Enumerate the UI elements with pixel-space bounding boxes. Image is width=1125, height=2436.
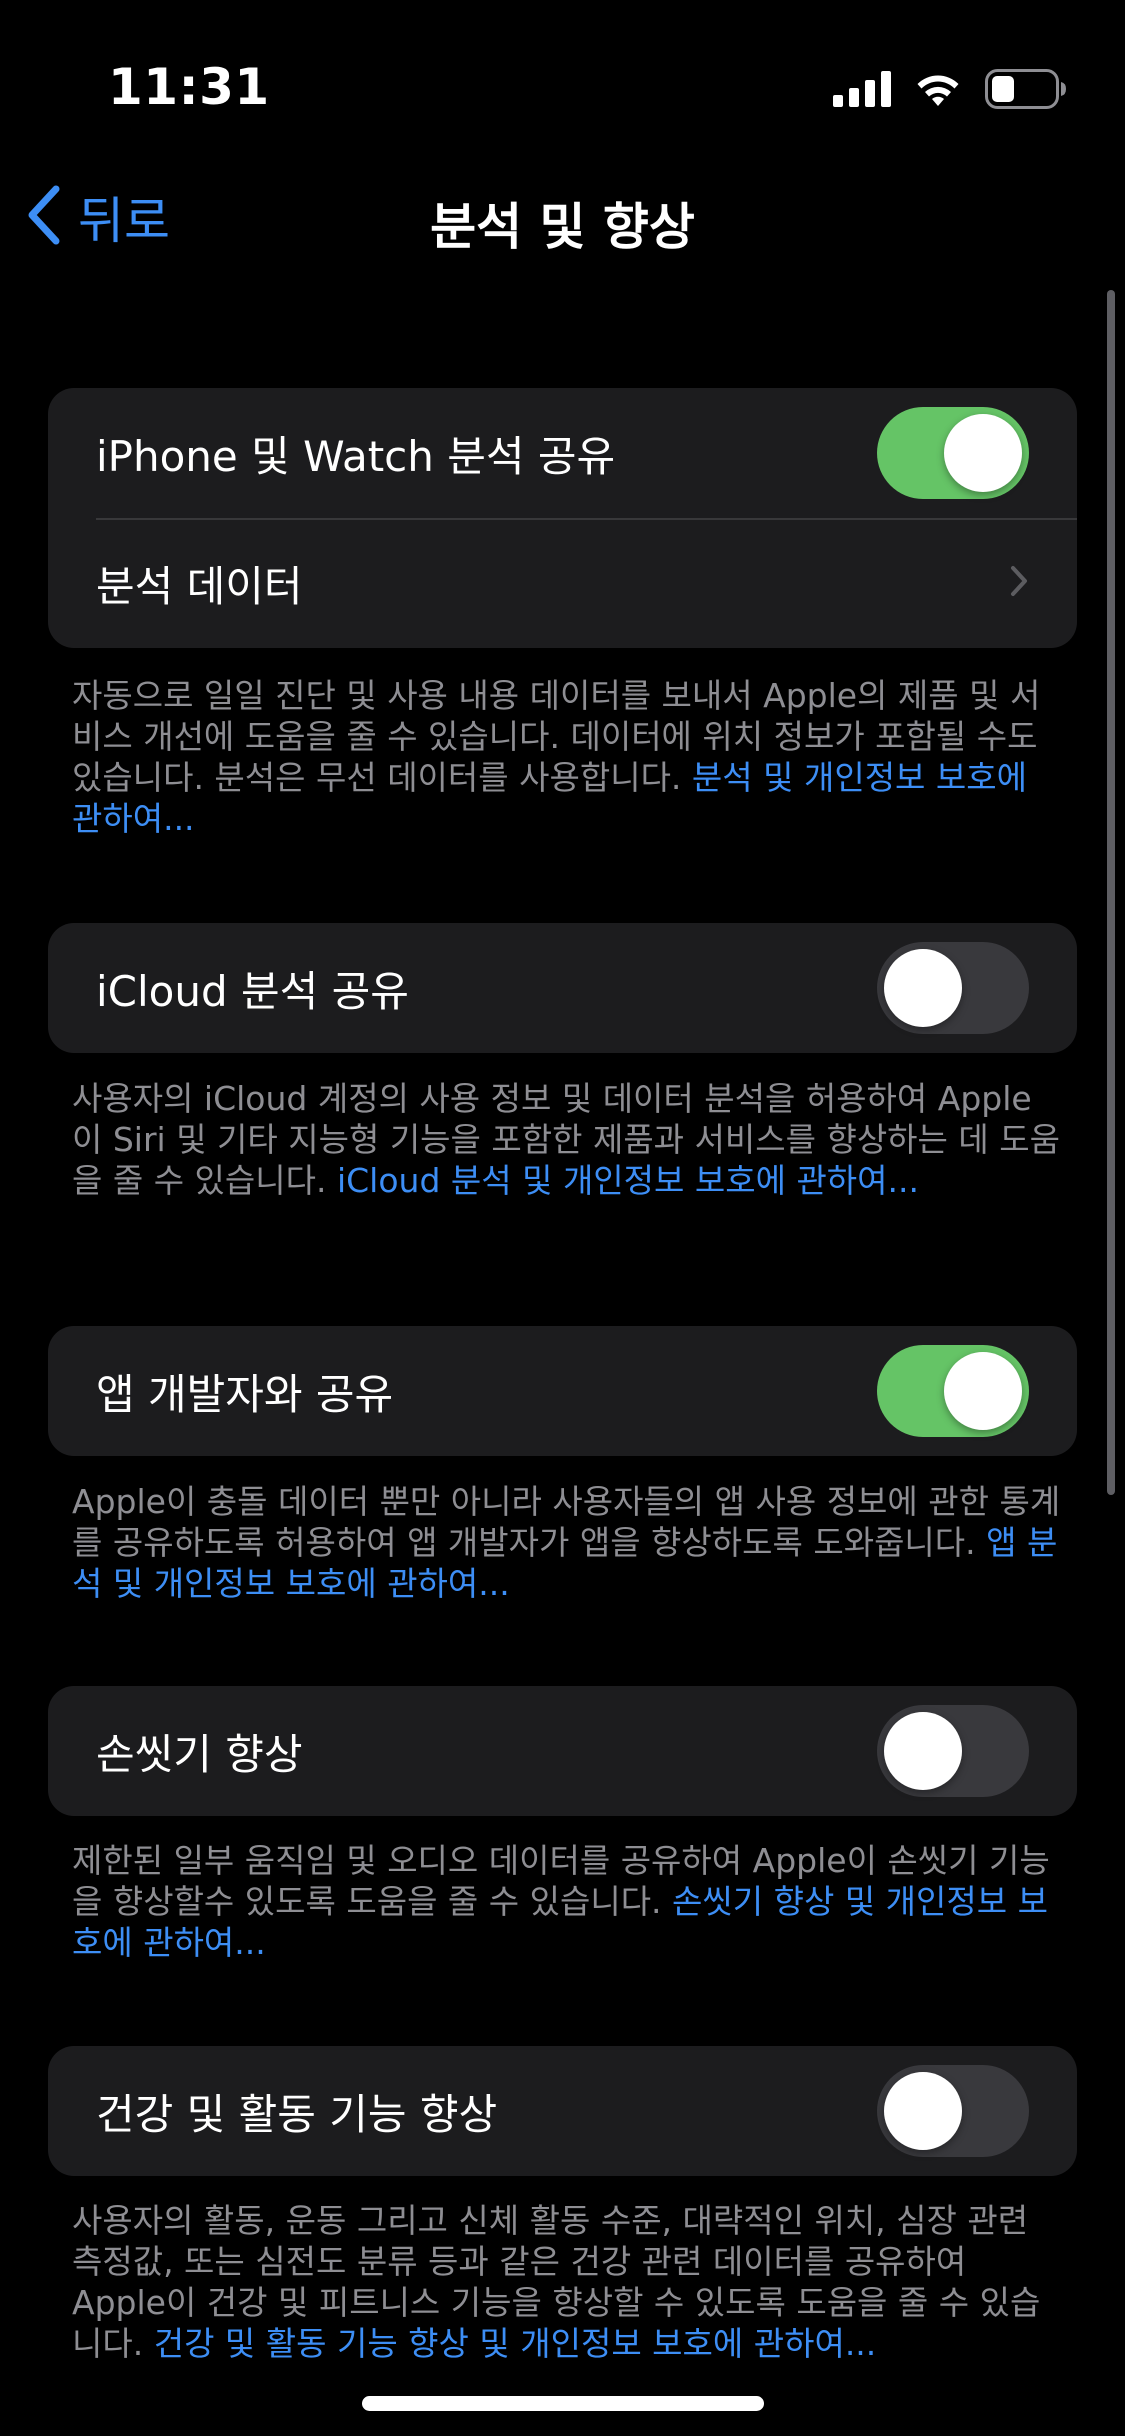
settings-group-handwashing: 손씻기 향상 [48, 1686, 1077, 1816]
navigation-bar: 뒤로 분석 및 향상 [0, 165, 1125, 265]
cellular-signal-icon [833, 71, 891, 107]
link-health-activity-privacy[interactable]: 건강 및 활동 기능 향상 및 개인정보 보호에 관하여... [154, 2324, 877, 2363]
chevron-right-icon [1009, 564, 1029, 602]
row-label: 건강 및 활동 기능 향상 [96, 2089, 498, 2139]
footer-app-developers: Apple이 충돌 데이터 뿐만 아니라 사용자들의 앱 사용 정보에 관한 통… [72, 1481, 1062, 1604]
toggle-knob [884, 949, 962, 1027]
status-icons [833, 64, 1067, 114]
row-label: iPhone 및 Watch 분석 공유 [96, 431, 616, 481]
toggle-knob [884, 1712, 962, 1790]
row-icloud-analytics[interactable]: iCloud 분석 공유 [48, 923, 1077, 1053]
row-label: iCloud 분석 공유 [96, 966, 409, 1016]
footer-health-activity: 사용자의 활동, 운동 그리고 신체 활동 수준, 대략적인 위치, 심장 관련… [72, 2200, 1062, 2364]
link-icloud-privacy[interactable]: iCloud 분석 및 개인정보 보호에 관하여... [337, 1161, 919, 1200]
row-iphone-watch-analytics[interactable]: iPhone 및 Watch 분석 공유 [48, 388, 1077, 518]
footer-icloud: 사용자의 iCloud 계정의 사용 정보 및 데이터 분석을 허용하여 App… [72, 1078, 1062, 1201]
toggle-health-activity[interactable] [877, 2065, 1029, 2157]
row-label: 분석 데이터 [96, 561, 303, 611]
toggle-handwashing[interactable] [877, 1705, 1029, 1797]
home-indicator[interactable] [362, 2396, 764, 2411]
toggle-iphone-watch-analytics[interactable] [877, 407, 1029, 499]
settings-group-app-developers: 앱 개발자와 공유 [48, 1326, 1077, 1456]
toggle-icloud-analytics[interactable] [877, 942, 1029, 1034]
settings-group-health-activity: 건강 및 활동 기능 향상 [48, 2046, 1077, 2176]
toggle-knob [944, 1352, 1022, 1430]
status-time: 11:31 [108, 58, 270, 116]
settings-group-analytics: iPhone 및 Watch 분석 공유 분석 데이터 [48, 388, 1077, 648]
row-health-activity[interactable]: 건강 및 활동 기능 향상 [48, 2046, 1077, 2176]
toggle-knob [884, 2072, 962, 2150]
settings-group-icloud: iCloud 분석 공유 [48, 923, 1077, 1053]
row-analytics-data[interactable]: 분석 데이터 [48, 518, 1077, 648]
row-label: 손씻기 향상 [96, 1729, 303, 1779]
wifi-icon [913, 70, 963, 108]
toggle-share-app-developers[interactable] [877, 1345, 1029, 1437]
page-title: 분석 및 향상 [430, 198, 695, 256]
scroll-indicator[interactable] [1107, 290, 1115, 1495]
row-handwashing[interactable]: 손씻기 향상 [48, 1686, 1077, 1816]
row-share-app-developers[interactable]: 앱 개발자와 공유 [48, 1326, 1077, 1456]
battery-icon [985, 69, 1067, 109]
footer-text: Apple이 충돌 데이터 뿐만 아니라 사용자들의 앱 사용 정보에 관한 통… [72, 1482, 1061, 1562]
footer-analytics: 자동으로 일일 진단 및 사용 내용 데이터를 보내서 Apple의 제품 및 … [72, 675, 1062, 839]
settings-screen: 11:31 뒤로 분석 및 향상 iPhone 및 Watch 분석 공유 분석… [0, 0, 1125, 2436]
row-separator [96, 518, 1077, 520]
toggle-knob [944, 414, 1022, 492]
footer-handwashing: 제한된 일부 움직임 및 오디오 데이터를 공유하여 Apple이 손씻기 기능… [72, 1840, 1062, 1963]
row-label: 앱 개발자와 공유 [96, 1369, 394, 1419]
status-bar: 11:31 [0, 0, 1125, 150]
